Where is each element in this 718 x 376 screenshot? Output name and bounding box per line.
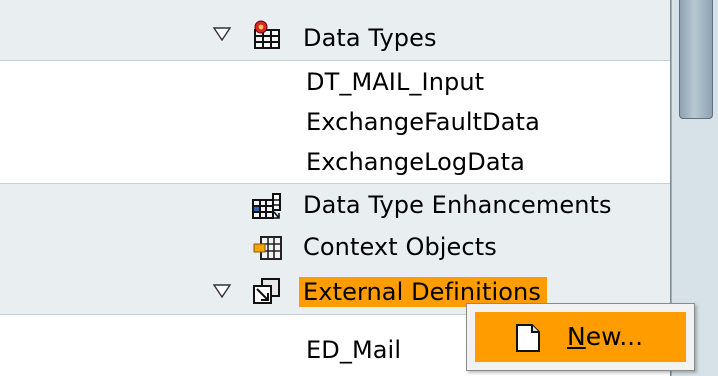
tree-leaf-exchange-fault-data[interactable]: ExchangeFaultData	[0, 101, 670, 141]
tree-node-data-types[interactable]: Data Types	[0, 0, 670, 61]
data-types-icon	[250, 20, 282, 50]
tree-node-context-objects[interactable]: Context Objects	[0, 226, 670, 268]
new-document-icon	[515, 323, 541, 353]
accelerator-char: N	[567, 322, 586, 351]
tree-node-label: Data Types	[303, 24, 437, 52]
tree-node-data-type-enhancements[interactable]: Data Type Enhancements	[0, 184, 670, 226]
tree-leaf-dt-mail-input[interactable]: DT_MAIL_Input	[0, 61, 670, 101]
tree-node-label: ED_Mail	[306, 336, 402, 364]
expand-triangle-icon[interactable]	[212, 24, 232, 44]
context-menu-item-new[interactable]: New...	[475, 312, 686, 362]
external-definitions-icon	[251, 277, 283, 307]
data-type-enhancements-icon	[251, 192, 283, 222]
tree-node-label: Context Objects	[303, 233, 497, 261]
expand-triangle-icon[interactable]	[212, 281, 232, 301]
context-menu: New...	[466, 303, 695, 371]
tree-node-label: ExchangeLogData	[306, 148, 525, 176]
tree-node-label: ExchangeFaultData	[306, 108, 540, 136]
tree-node-label: DT_MAIL_Input	[306, 68, 485, 96]
tree-node-label: Data Type Enhancements	[303, 191, 612, 219]
menu-label-rest: ew...	[585, 322, 644, 351]
context-objects-icon	[252, 233, 284, 263]
scrollbar-thumb[interactable]	[679, 0, 713, 119]
tree-leaf-exchange-log-data[interactable]: ExchangeLogData	[0, 141, 670, 184]
screen: Data Types DT_MAIL_Input ExchangeFaultDa…	[0, 0, 718, 376]
context-menu-item-label: New...	[567, 322, 643, 352]
